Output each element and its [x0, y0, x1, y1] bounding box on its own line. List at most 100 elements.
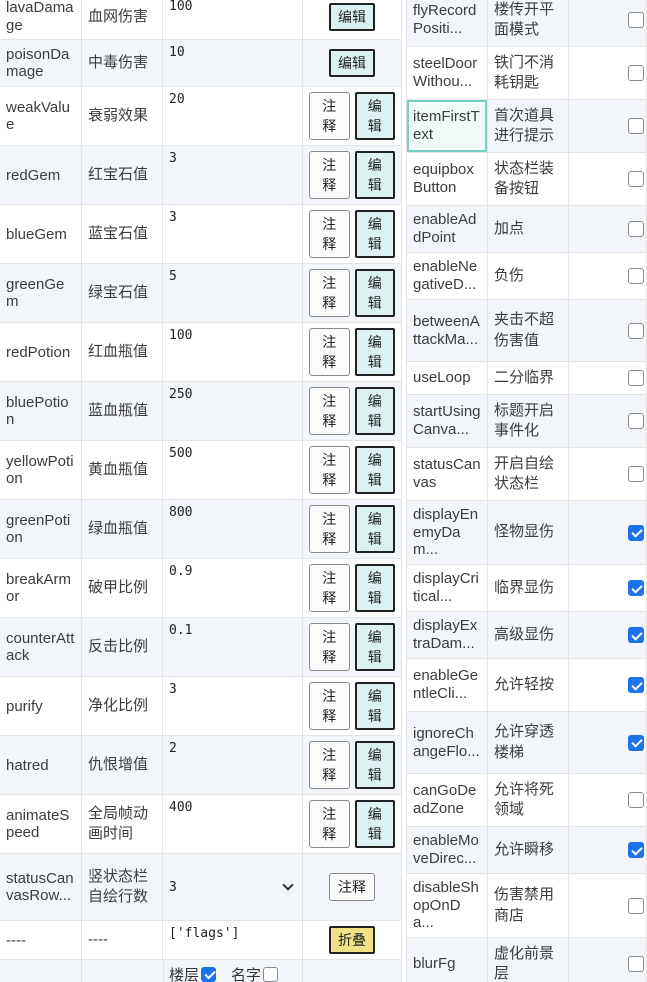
- config-key[interactable]: statusCanvasRow...: [0, 854, 82, 920]
- edit-button[interactable]: 编辑: [355, 92, 396, 140]
- comment-button[interactable]: 注释: [309, 151, 350, 199]
- row-checkbox[interactable]: [628, 627, 644, 643]
- config-key[interactable]: displayEnemyDam...: [406, 501, 488, 564]
- edit-button[interactable]: 编辑: [355, 446, 396, 494]
- edit-button[interactable]: 编辑: [355, 328, 396, 376]
- comment-button[interactable]: 注释: [329, 873, 375, 901]
- edit-button[interactable]: 编辑: [355, 151, 396, 199]
- config-value[interactable]: 100: [163, 323, 303, 381]
- config-key[interactable]: hatred: [0, 736, 82, 794]
- comment-button[interactable]: 注释: [309, 446, 350, 494]
- row-count-select[interactable]: 3: [163, 854, 303, 920]
- config-value[interactable]: 500: [163, 441, 303, 499]
- config-key[interactable]: canGoDeadZone: [406, 774, 488, 826]
- config-value[interactable]: 10: [163, 40, 303, 86]
- config-key[interactable]: weakValue: [0, 87, 82, 145]
- edit-button[interactable]: 编辑: [329, 3, 375, 31]
- row-checkbox[interactable]: [628, 898, 644, 914]
- row-checkbox[interactable]: [628, 118, 644, 134]
- comment-button[interactable]: 注释: [309, 623, 350, 671]
- row-checkbox[interactable]: [628, 171, 644, 187]
- config-key[interactable]: displayCritical...: [406, 565, 488, 611]
- config-key[interactable]: enableNegativeD...: [406, 253, 488, 299]
- config-key[interactable]: ----: [0, 921, 82, 959]
- config-value[interactable]: 250: [163, 382, 303, 440]
- config-key[interactable]: animateSpeed: [0, 795, 82, 853]
- row-checkbox[interactable]: [628, 842, 644, 858]
- config-key[interactable]: redGem: [0, 146, 82, 204]
- row-checkbox[interactable]: [628, 677, 644, 693]
- config-value[interactable]: 0.9: [163, 559, 303, 617]
- edit-button[interactable]: 编辑: [329, 49, 375, 77]
- edit-button[interactable]: 编辑: [355, 623, 396, 671]
- edit-button[interactable]: 编辑: [355, 741, 396, 789]
- comment-button[interactable]: 注释: [309, 505, 350, 553]
- config-key[interactable]: bluePotion: [0, 382, 82, 440]
- config-key[interactable]: enableMoveDirec...: [406, 827, 488, 873]
- config-key[interactable]: counterAttack: [0, 618, 82, 676]
- row-checkbox[interactable]: [628, 466, 644, 482]
- config-key[interactable]: blurFg: [406, 938, 488, 982]
- config-key[interactable]: ignoreChangeFlo...: [406, 712, 488, 773]
- comment-button[interactable]: 注释: [309, 269, 350, 317]
- collapse-button[interactable]: 折叠: [329, 926, 375, 954]
- row-checkbox[interactable]: [628, 525, 644, 541]
- comment-button[interactable]: 注释: [309, 564, 350, 612]
- comment-button[interactable]: 注释: [309, 741, 350, 789]
- config-key[interactable]: enableAddPoint: [406, 206, 488, 252]
- config-key[interactable]: betweenAttackMa...: [406, 300, 488, 361]
- edit-button[interactable]: 编辑: [355, 800, 396, 848]
- row-checkbox[interactable]: [628, 580, 644, 596]
- config-value[interactable]: 0.1: [163, 618, 303, 676]
- config-value[interactable]: 5: [163, 264, 303, 322]
- comment-button[interactable]: 注释: [309, 387, 350, 435]
- config-value[interactable]: 100: [163, 0, 303, 39]
- config-key[interactable]: startUsingCanva...: [406, 395, 488, 447]
- edit-button[interactable]: 编辑: [355, 210, 396, 258]
- edit-button[interactable]: 编辑: [355, 387, 396, 435]
- comment-button[interactable]: 注释: [309, 92, 350, 140]
- comment-button[interactable]: 注释: [309, 328, 350, 376]
- config-value[interactable]: 3: [163, 205, 303, 263]
- row-checkbox[interactable]: [628, 370, 644, 386]
- config-key[interactable]: disableShopOnDa...: [406, 874, 488, 937]
- config-key[interactable]: lavaDamage: [0, 0, 82, 39]
- comment-button[interactable]: 注释: [309, 682, 350, 730]
- edit-button[interactable]: 编辑: [355, 682, 396, 730]
- config-value[interactable]: 3: [163, 146, 303, 204]
- edit-button[interactable]: 编辑: [355, 564, 396, 612]
- config-key[interactable]: useLoop: [406, 362, 488, 394]
- config-value[interactable]: 800: [163, 500, 303, 558]
- config-key[interactable]: statusBarItems: [0, 960, 82, 982]
- config-key[interactable]: enableGentleCli...: [406, 659, 488, 711]
- config-key[interactable]: greenPotion: [0, 500, 82, 558]
- config-key[interactable]: statusCanvas: [406, 448, 488, 500]
- status-option-checkbox[interactable]: [263, 967, 278, 982]
- config-key[interactable]: breakArmor: [0, 559, 82, 617]
- config-key[interactable]: blueGem: [0, 205, 82, 263]
- config-key[interactable]: greenGem: [0, 264, 82, 322]
- config-key-selected[interactable]: itemFirstText: [406, 100, 488, 152]
- edit-button[interactable]: 编辑: [355, 505, 396, 553]
- row-checkbox[interactable]: [628, 12, 644, 28]
- row-checkbox[interactable]: [628, 735, 644, 751]
- row-checkbox[interactable]: [628, 221, 644, 237]
- config-value[interactable]: 20: [163, 87, 303, 145]
- row-checkbox[interactable]: [628, 956, 644, 972]
- row-checkbox[interactable]: [628, 65, 644, 81]
- config-value[interactable]: ['flags']: [163, 921, 303, 959]
- comment-button[interactable]: 注释: [309, 210, 350, 258]
- config-value[interactable]: 400: [163, 795, 303, 853]
- row-checkbox[interactable]: [628, 792, 644, 808]
- status-option-checkbox[interactable]: [201, 967, 216, 982]
- config-key[interactable]: purify: [0, 677, 82, 735]
- config-key[interactable]: yellowPotion: [0, 441, 82, 499]
- comment-button[interactable]: 注释: [309, 800, 350, 848]
- config-value[interactable]: 2: [163, 736, 303, 794]
- config-key[interactable]: flyRecordPositi...: [406, 0, 488, 46]
- edit-button[interactable]: 编辑: [355, 269, 396, 317]
- config-key[interactable]: poisonDamage: [0, 40, 82, 86]
- config-key[interactable]: displayExtraDam...: [406, 612, 488, 658]
- row-checkbox[interactable]: [628, 323, 644, 339]
- row-checkbox[interactable]: [628, 268, 644, 284]
